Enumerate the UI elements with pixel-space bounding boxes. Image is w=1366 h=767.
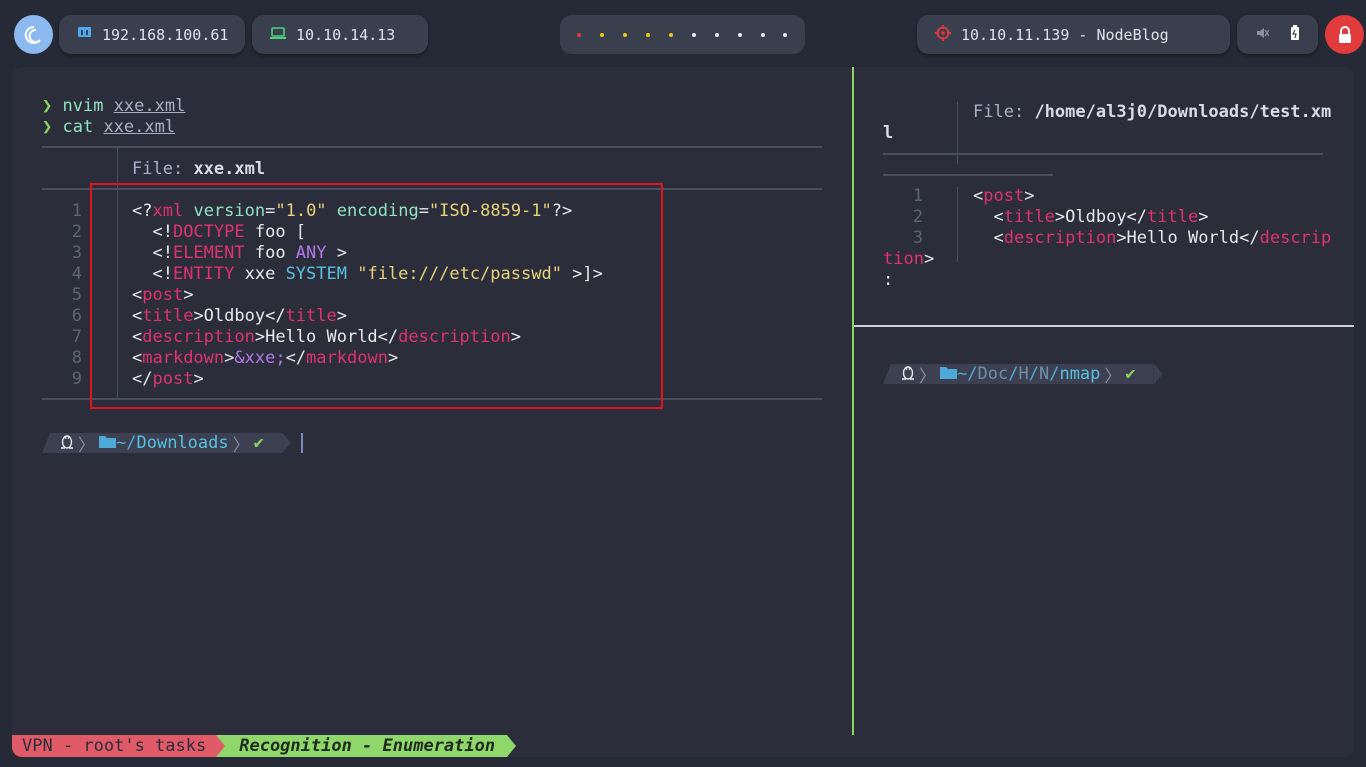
workspace-dot-3[interactable] — [623, 32, 628, 37]
debian-icon[interactable] — [14, 15, 53, 54]
bat-header-rule-right-2 — [883, 174, 1053, 176]
line-number: 3 — [71, 243, 82, 263]
shell-prompt-right: 〉 ~/Doc/H/N/nmap 〉 ✔ — [883, 364, 1163, 384]
folder-icon — [99, 433, 116, 453]
workspace-dot-9[interactable] — [760, 32, 765, 37]
bat-file-header: File: xxe.xml — [132, 159, 266, 179]
linux-icon — [60, 433, 74, 453]
code-line-r3-wrap: tion> — [883, 249, 935, 269]
pane-divider-vertical[interactable] — [852, 67, 854, 735]
mute-icon[interactable] — [1255, 26, 1270, 44]
text-cursor — [301, 433, 303, 453]
workspace-dot-1[interactable] — [577, 32, 582, 37]
prompt-arrow-icon: ❯ — [42, 96, 63, 116]
bat-gutter-rule-right-2 — [957, 187, 958, 262]
line-number: 2 — [912, 207, 923, 227]
linux-icon — [901, 364, 915, 384]
line-number: 9 — [71, 369, 82, 389]
workspace-dot-4[interactable] — [646, 32, 651, 37]
line-number: 4 — [71, 264, 82, 284]
active-window-tab[interactable]: Recognition - Enumeration — [225, 735, 508, 757]
target-icon — [935, 24, 951, 45]
target-widget[interactable]: 10.10.11.139 - NodeBlog — [917, 15, 1230, 54]
line-number: 1 — [912, 186, 923, 206]
workspace-dot-10[interactable] — [783, 32, 788, 37]
history-line-1: ❯ nvim xxe.xml — [42, 96, 186, 116]
host-ip: 192.168.100.61 — [102, 25, 229, 44]
highlight-box — [90, 183, 663, 409]
code-line-r2: <title>Oldboy</title> — [973, 207, 1209, 227]
line-number: 2 — [71, 222, 82, 242]
shell-prompt-left: 〉 ~/Downloads 〉 ✔ — [42, 433, 291, 453]
line-number: 6 — [71, 306, 82, 326]
workspace-dot-2[interactable] — [600, 32, 605, 37]
folder-icon — [940, 364, 957, 384]
tmux-status-bar: VPN - root's tasks Recognition - Enumera… — [12, 735, 517, 757]
system-tray[interactable] — [1237, 15, 1318, 54]
vpn-ip: 10.10.14.13 — [296, 25, 396, 44]
status-check-icon: ✔ — [1125, 364, 1136, 384]
bat-top-rule — [42, 146, 822, 148]
workspace-dot-6[interactable] — [691, 32, 696, 37]
workspace-dot-8[interactable] — [737, 32, 742, 37]
code-line-r3: <description>Hello World</descrip — [973, 228, 1332, 248]
terminal-window[interactable]: ❯ nvim xxe.xml ❯ cat xxe.xml File: xxe.x… — [12, 67, 1354, 757]
line-number: 1 — [71, 201, 82, 221]
code-line-r1: <post> — [973, 186, 1035, 206]
workspace-dot-5[interactable] — [669, 32, 673, 37]
lock-icon[interactable] — [1325, 15, 1364, 54]
network-icon — [77, 25, 92, 44]
line-number: 8 — [71, 348, 82, 368]
bat-file-header-right: File: /home/al3j0/Downloads/test.xm — [973, 102, 1332, 122]
prompt-dir: Downloads — [136, 433, 229, 453]
host-ip-widget[interactable]: 192.168.100.61 — [59, 15, 245, 54]
history-line-2: ❯ cat xxe.xml — [42, 117, 176, 137]
battery-icon[interactable] — [1290, 25, 1300, 44]
laptop-icon — [270, 26, 286, 44]
target-label: 10.10.11.139 - NodeBlog — [961, 25, 1169, 44]
vpn-ip-widget[interactable]: 10.10.14.13 — [252, 15, 428, 54]
bat-file-header-wrap: l — [883, 123, 894, 143]
top-bar: 192.168.100.61 10.10.14.13 10.10.11.139 … — [0, 0, 1366, 68]
status-check-icon: ✔ — [253, 433, 264, 453]
line-number: 7 — [71, 327, 82, 347]
pager-prompt[interactable]: : — [883, 270, 893, 291]
line-number: 5 — [71, 285, 82, 305]
workspace-dot-7[interactable] — [714, 32, 719, 37]
prompt-arrow-icon: ❯ — [42, 117, 63, 137]
prompt-dir: nmap — [1059, 364, 1101, 384]
session-tab[interactable]: VPN - root's tasks — [12, 735, 217, 757]
line-number: 3 — [912, 228, 923, 248]
bat-header-rule-right — [883, 153, 1323, 155]
workspace-indicator[interactable] — [560, 15, 805, 54]
pane-divider-horizontal[interactable] — [854, 325, 1354, 327]
